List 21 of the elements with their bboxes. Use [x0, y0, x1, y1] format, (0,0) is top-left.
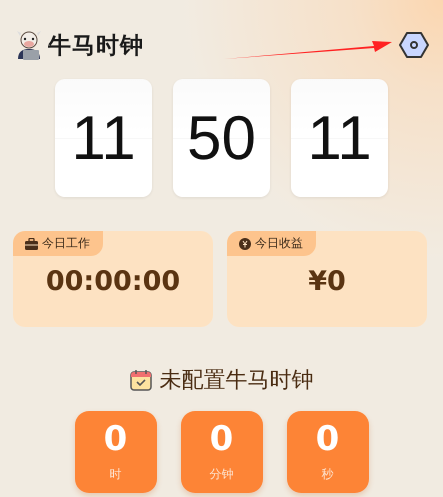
calendar-icon — [130, 369, 152, 391]
flip-clock-card: 11 — [291, 79, 388, 197]
stat-value: 00:00:00 — [44, 265, 182, 299]
coin-icon — [239, 238, 251, 250]
briefcase-icon — [25, 238, 38, 250]
countdown-unit: 时 — [110, 466, 122, 482]
flip-clock-card: 11 — [55, 79, 152, 197]
settings-button[interactable] — [399, 31, 429, 59]
flip-clock-card: 50 — [173, 79, 270, 197]
countdown-unit: 秒 — [322, 466, 334, 482]
stat-value: ¥0 — [307, 265, 347, 299]
stat-tag: 今日工作 — [13, 231, 103, 256]
stat-tag: 今日收益 — [227, 231, 316, 256]
settings-icon — [399, 31, 429, 59]
countdown-value: 0 — [104, 422, 128, 456]
app-title: 牛马时钟 — [48, 32, 144, 60]
countdown-unit: 分钟 — [210, 466, 234, 482]
countdown-value: 0 — [316, 422, 340, 456]
cow-mascot-icon — [14, 29, 44, 61]
countdown-value: 0 — [210, 422, 234, 456]
schedule-title: 未配置牛马时钟 — [160, 367, 314, 395]
